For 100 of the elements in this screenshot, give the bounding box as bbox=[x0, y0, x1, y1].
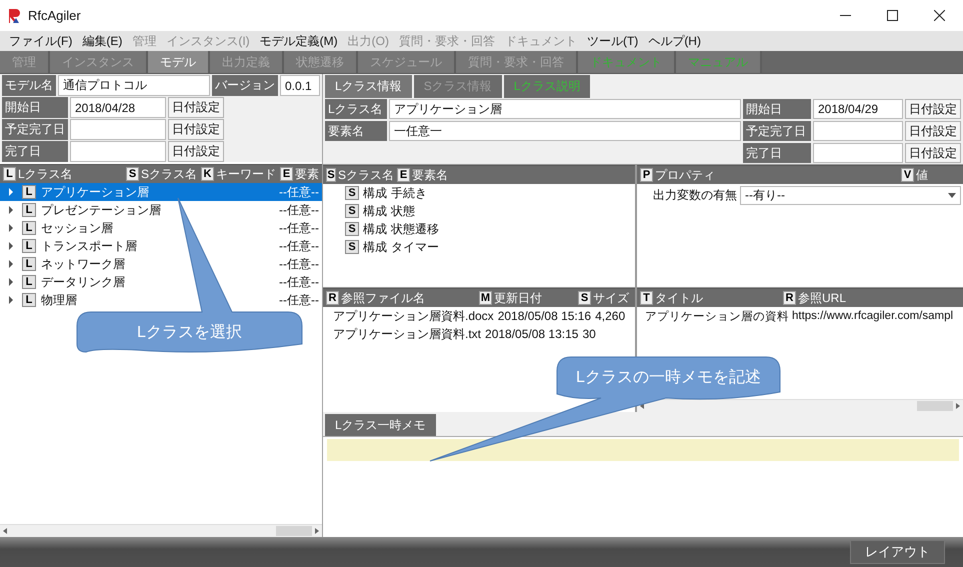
menu-item[interactable]: ヘルプ(H) bbox=[643, 32, 706, 50]
date-set-button[interactable]: 日付設定 bbox=[905, 121, 961, 141]
field-label: 予定完了日 bbox=[2, 119, 68, 140]
class-icon: L bbox=[22, 203, 36, 217]
element-name: --任意-- bbox=[279, 202, 320, 218]
tree-row[interactable]: L ネットワーク層 --任意-- bbox=[0, 255, 322, 273]
column-icon: R bbox=[326, 291, 339, 305]
input-field[interactable]: 2018/04/29 bbox=[813, 99, 903, 119]
class-name: トランスポート層 bbox=[41, 238, 137, 254]
column-icon: R bbox=[783, 291, 796, 305]
expand-icon[interactable] bbox=[8, 260, 14, 268]
column-header: サイズ bbox=[593, 290, 629, 306]
class-name: セッション層 bbox=[41, 220, 113, 236]
column-icon: S bbox=[578, 291, 591, 305]
maximize-icon[interactable] bbox=[887, 10, 898, 21]
expand-icon[interactable] bbox=[8, 188, 14, 196]
layout-button[interactable]: レイアウト bbox=[850, 540, 945, 564]
class-name: ネットワーク層 bbox=[41, 256, 125, 272]
horizontal-scrollbar[interactable] bbox=[637, 399, 963, 412]
class-icon: L bbox=[22, 185, 36, 199]
close-icon[interactable] bbox=[934, 10, 945, 21]
class-name: プレゼンテーション層 bbox=[41, 202, 161, 218]
tree-row[interactable]: L 物理層 --任意-- bbox=[0, 291, 322, 309]
file-size: 4,260 bbox=[595, 309, 626, 323]
callout-text: Lクラスを選択 bbox=[136, 322, 243, 342]
field-label: 完了日 bbox=[743, 143, 811, 163]
tab[interactable]: Lクラス一時メモ bbox=[325, 414, 436, 436]
class-icon: L bbox=[22, 293, 36, 307]
input-field[interactable] bbox=[813, 121, 903, 141]
element-name: --任意-- bbox=[279, 292, 320, 308]
menu-item[interactable]: 編集(E) bbox=[77, 32, 128, 50]
expand-icon[interactable] bbox=[8, 224, 14, 232]
date-set-button[interactable]: 日付設定 bbox=[905, 99, 961, 119]
menu-item[interactable]: ツール(T) bbox=[582, 32, 644, 50]
element-name: --任意-- bbox=[279, 238, 320, 254]
column-icon: M bbox=[479, 291, 492, 305]
expand-icon[interactable] bbox=[8, 296, 14, 304]
class-name: 構成 bbox=[363, 184, 387, 202]
value-dropdown[interactable]: --有り-- bbox=[740, 186, 961, 204]
scroll-thumb[interactable] bbox=[276, 526, 312, 536]
column-header: Lクラス名 bbox=[18, 166, 73, 182]
horizontal-scrollbar[interactable] bbox=[0, 524, 322, 537]
expand-icon[interactable] bbox=[8, 278, 14, 286]
input-field[interactable]: 一任意一 bbox=[389, 121, 741, 141]
input-field[interactable] bbox=[70, 141, 166, 162]
input-field[interactable]: 通信プロトコル bbox=[58, 75, 210, 96]
tree-row[interactable]: L プレゼンテーション層 --任意-- bbox=[0, 201, 322, 219]
column-header: 更新日付 bbox=[494, 290, 542, 306]
field-label: 要素名 bbox=[325, 121, 387, 141]
column-icon: P bbox=[640, 168, 653, 182]
input-field[interactable] bbox=[70, 119, 166, 140]
callout-text: Lクラスの一時メモを記述 bbox=[575, 368, 762, 388]
field-label: 予定完了日 bbox=[743, 121, 811, 141]
input-field[interactable] bbox=[813, 143, 903, 163]
class-icon: S bbox=[345, 240, 359, 254]
element-name: --任意-- bbox=[279, 256, 320, 272]
column-icon: E bbox=[280, 167, 293, 181]
tree-row[interactable]: L セッション層 --任意-- bbox=[0, 219, 322, 237]
menu-item[interactable]: モデル定義(M) bbox=[254, 32, 343, 50]
link-title: アプリケーション層の資料 bbox=[645, 309, 789, 324]
tree-row[interactable]: L アプリケーション層 --任意-- bbox=[0, 183, 322, 201]
date-set-button[interactable]: 日付設定 bbox=[168, 97, 224, 118]
element-name: --任意-- bbox=[279, 274, 320, 290]
column-header: Sクラス名 bbox=[338, 166, 394, 184]
column-icon: S bbox=[126, 167, 139, 181]
element-name: 状態 bbox=[391, 202, 415, 220]
column-icon: V bbox=[901, 168, 914, 182]
input-field[interactable]: 0.0.1 bbox=[280, 75, 320, 96]
input-field[interactable]: アプリケーション層 bbox=[389, 99, 741, 119]
date-set-button[interactable]: 日付設定 bbox=[905, 143, 961, 163]
scroll-thumb[interactable] bbox=[917, 401, 953, 411]
class-icon: L bbox=[22, 257, 36, 271]
reference-url: https://www.rfcagiler.com/sampl bbox=[792, 310, 954, 322]
element-name: タイマー bbox=[391, 238, 439, 256]
tree-row[interactable]: L トランスポート層 --任意-- bbox=[0, 237, 322, 255]
date-set-button[interactable]: 日付設定 bbox=[168, 141, 224, 162]
class-icon: S bbox=[345, 204, 359, 218]
column-icon: S bbox=[326, 168, 336, 182]
class-name: 構成 bbox=[363, 220, 387, 238]
file-date: 2018/05/08 13:15 bbox=[485, 327, 578, 341]
date-set-button[interactable]: 日付設定 bbox=[168, 119, 224, 140]
tab[interactable]: Lクラス情報 bbox=[325, 75, 412, 98]
column-header: 参照ファイル名 bbox=[341, 290, 425, 306]
field-label: モデル名 bbox=[2, 75, 56, 96]
column-header: 要素 bbox=[295, 166, 319, 182]
field-label: Lクラス名 bbox=[325, 99, 387, 119]
menu-item[interactable]: ファイル(F) bbox=[4, 32, 78, 50]
file-name: アプリケーション層資料.docx bbox=[333, 308, 494, 324]
class-icon: L bbox=[22, 239, 36, 253]
column-header: タイトル bbox=[655, 290, 703, 306]
memo-field[interactable] bbox=[327, 439, 959, 461]
column-icon: L bbox=[3, 167, 16, 181]
expand-icon[interactable] bbox=[8, 242, 14, 250]
element-name: --任意-- bbox=[279, 220, 320, 236]
class-name: アプリケーション層 bbox=[41, 184, 149, 200]
element-name: --任意-- bbox=[279, 184, 320, 200]
input-field[interactable]: 2018/04/28 bbox=[70, 97, 166, 118]
expand-icon[interactable] bbox=[8, 206, 14, 214]
class-name: 物理層 bbox=[41, 292, 77, 308]
tree-row[interactable]: L データリンク層 --任意-- bbox=[0, 273, 322, 291]
